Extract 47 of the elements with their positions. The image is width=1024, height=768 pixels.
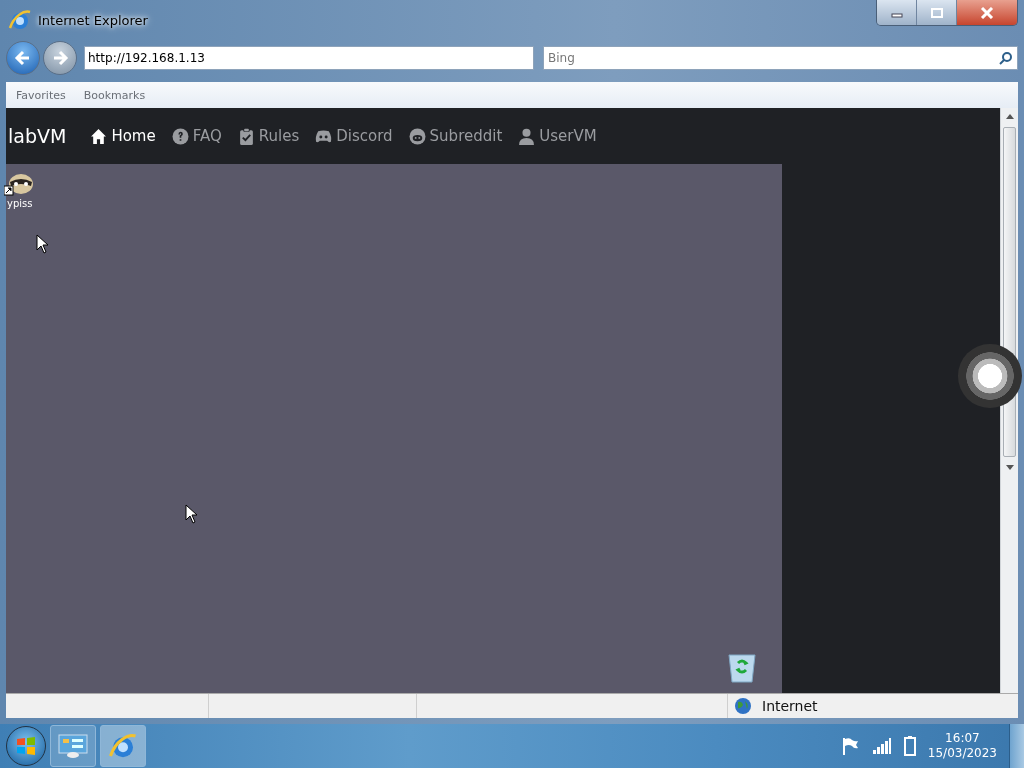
browser-taskbar-icon[interactable] — [100, 725, 146, 767]
close-icon — [980, 6, 994, 19]
nav-link[interactable]: Rules — [237, 127, 300, 145]
favorites-bar-link[interactable]: Bookmarks — [83, 88, 146, 102]
minimize-button[interactable] — [877, 0, 917, 25]
site-brand[interactable]: labVM — [6, 125, 67, 147]
control-panel-taskbar-icon[interactable] — [50, 725, 96, 767]
nav-link[interactable]: Home — [90, 127, 156, 145]
clock-date: 15/03/2023 — [927, 746, 997, 761]
nav-link[interactable]: Discord — [315, 127, 393, 145]
mouse-cursor-icon — [185, 504, 199, 524]
controller-icon — [315, 127, 333, 145]
window-title: Internet Explorer — [38, 12, 148, 28]
maximize-button[interactable] — [917, 0, 957, 25]
nav-link[interactable]: FAQ — [171, 127, 222, 145]
scroll-down-arrow-icon[interactable] — [1005, 465, 1014, 470]
search-field[interactable]: Bing — [543, 46, 1018, 70]
desktop-icon-label: ypiss — [7, 198, 33, 209]
show-desktop-button[interactable] — [1009, 724, 1024, 768]
browser-logo-icon — [8, 8, 32, 32]
signal-bars-icon[interactable] — [871, 737, 892, 755]
start-button[interactable] — [6, 726, 46, 766]
clock[interactable]: 16:07 15/03/2023 — [927, 731, 997, 761]
scroll-up-arrow-icon[interactable] — [1005, 114, 1014, 119]
address-field[interactable]: http://192.168.1.13 — [84, 46, 534, 70]
close-button[interactable] — [957, 0, 1017, 25]
question-icon — [171, 127, 189, 145]
clock-time: 16:07 — [945, 731, 980, 746]
nav-link[interactable]: UserVM — [518, 127, 597, 145]
mouse-cursor-icon — [36, 234, 50, 254]
favorites-bar-link[interactable]: Favorites — [16, 88, 66, 102]
vertical-scrollbar[interactable] — [1000, 108, 1018, 693]
user-icon — [518, 127, 536, 145]
home-icon — [90, 127, 108, 145]
mascot-face-icon — [408, 127, 426, 145]
vm-desktop[interactable]: ypiss — [6, 164, 782, 693]
globe-icon — [734, 697, 752, 715]
recycle-bin-icon[interactable] — [727, 651, 757, 683]
forward-button[interactable] — [43, 41, 77, 75]
security-zone-label: Internet — [762, 698, 818, 714]
windows-logo-icon — [14, 734, 38, 758]
clipboard-icon — [237, 127, 255, 145]
search-icon[interactable] — [999, 51, 1013, 65]
maximize-icon — [930, 7, 943, 18]
nav-link[interactable]: Subreddit — [408, 127, 503, 145]
back-button[interactable] — [6, 41, 40, 75]
battery-icon[interactable] — [903, 736, 916, 756]
